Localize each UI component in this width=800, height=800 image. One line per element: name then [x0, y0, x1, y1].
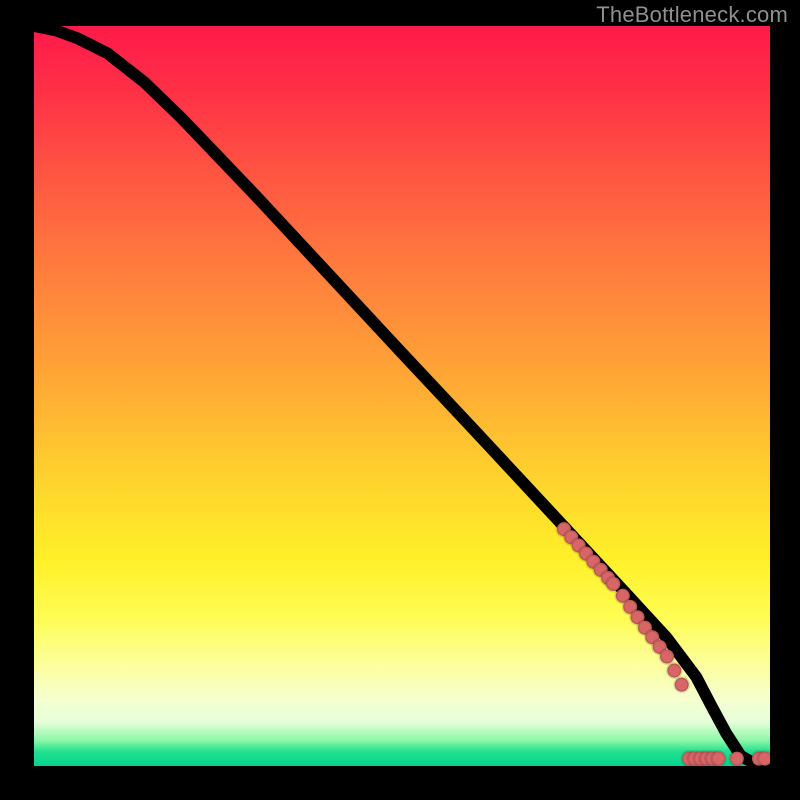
scatter-markers — [557, 522, 770, 765]
chart-frame: TheBottleneck.com — [0, 0, 800, 800]
data-point — [730, 752, 744, 766]
data-point — [660, 649, 674, 663]
data-point — [758, 752, 770, 766]
chart-svg — [34, 26, 770, 766]
data-point — [667, 664, 681, 678]
data-point — [711, 752, 725, 766]
plot-area — [34, 26, 770, 766]
attribution-text: TheBottleneck.com — [596, 2, 788, 28]
data-point — [675, 678, 689, 692]
